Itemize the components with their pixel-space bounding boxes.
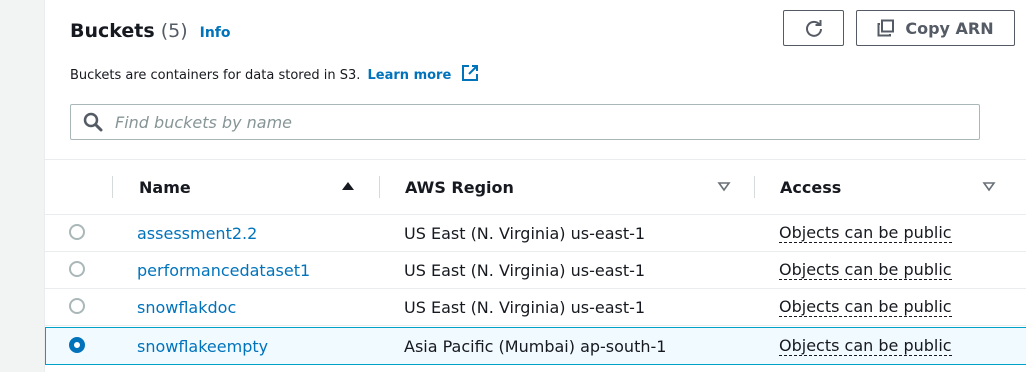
column-divider[interactable]	[754, 176, 755, 198]
buckets-panel: Buckets (5) Info Copy ARN Buckets are co…	[44, 0, 1026, 372]
bucket-access: Objects can be public	[779, 215, 952, 251]
refresh-icon	[804, 18, 824, 38]
column-header-name[interactable]: Name	[139, 160, 191, 214]
panel-header: Buckets (5) Info	[70, 20, 231, 42]
info-link[interactable]: Info	[200, 25, 231, 41]
copy-arn-button[interactable]: Copy ARN	[856, 10, 1015, 46]
page-title: Buckets	[70, 20, 155, 42]
row-radio-selected[interactable]	[69, 337, 85, 353]
column-divider[interactable]	[379, 176, 380, 198]
refresh-button[interactable]	[783, 10, 844, 46]
table-row[interactable]: assessment2.2 US East (N. Virginia) us-e…	[45, 215, 1026, 252]
bucket-region: Asia Pacific (Mumbai) ap-south-1	[404, 336, 667, 356]
search-input[interactable]	[113, 111, 937, 133]
table-row[interactable]: snowflakdoc US East (N. Virginia) us-eas…	[45, 289, 1026, 326]
bucket-name-link[interactable]: performancedataset1	[137, 252, 310, 288]
column-divider[interactable]	[112, 176, 113, 198]
row-radio[interactable]	[69, 224, 85, 240]
bucket-region: US East (N. Virginia) us-east-1	[404, 223, 646, 243]
access-text[interactable]: Objects can be public	[779, 297, 952, 317]
bucket-access: Objects can be public	[779, 289, 952, 325]
table-row[interactable]: performancedataset1 US East (N. Virginia…	[45, 252, 1026, 289]
row-radio[interactable]	[69, 261, 85, 277]
bucket-access: Objects can be public	[779, 328, 952, 364]
access-text[interactable]: Objects can be public	[779, 260, 952, 280]
sort-icon[interactable]	[717, 179, 731, 193]
column-header-region[interactable]: AWS Region	[405, 160, 514, 214]
column-header-access[interactable]: Access	[780, 160, 841, 214]
bucket-access: Objects can be public	[779, 252, 952, 288]
bucket-name-link[interactable]: snowflakdoc	[137, 289, 236, 325]
learn-more-link[interactable]: Learn more	[368, 68, 452, 83]
access-text[interactable]: Objects can be public	[779, 336, 952, 356]
bucket-region: US East (N. Virginia) us-east-1	[404, 260, 646, 280]
table-header: Name AWS Region Access	[45, 160, 1026, 215]
copy-arn-label: Copy ARN	[905, 18, 994, 38]
sort-ascending-icon[interactable]	[341, 179, 355, 193]
search-bar[interactable]	[70, 104, 980, 140]
search-icon	[83, 112, 103, 132]
sort-icon[interactable]	[982, 179, 996, 193]
panel-description: Buckets are containers for data stored i…	[70, 64, 479, 86]
bucket-name-link[interactable]: snowflakeempty	[137, 328, 268, 364]
table-row-selected[interactable]: snowflakeempty Asia Pacific (Mumbai) ap-…	[45, 327, 1026, 365]
external-link-icon[interactable]	[461, 64, 479, 86]
bucket-name-link[interactable]: assessment2.2	[137, 215, 257, 251]
row-radio[interactable]	[69, 298, 85, 314]
copy-icon	[877, 19, 895, 37]
description-text: Buckets are containers for data stored i…	[70, 68, 361, 83]
bucket-region: US East (N. Virginia) us-east-1	[404, 297, 646, 317]
bucket-count: (5)	[160, 20, 188, 42]
access-text[interactable]: Objects can be public	[779, 223, 952, 243]
